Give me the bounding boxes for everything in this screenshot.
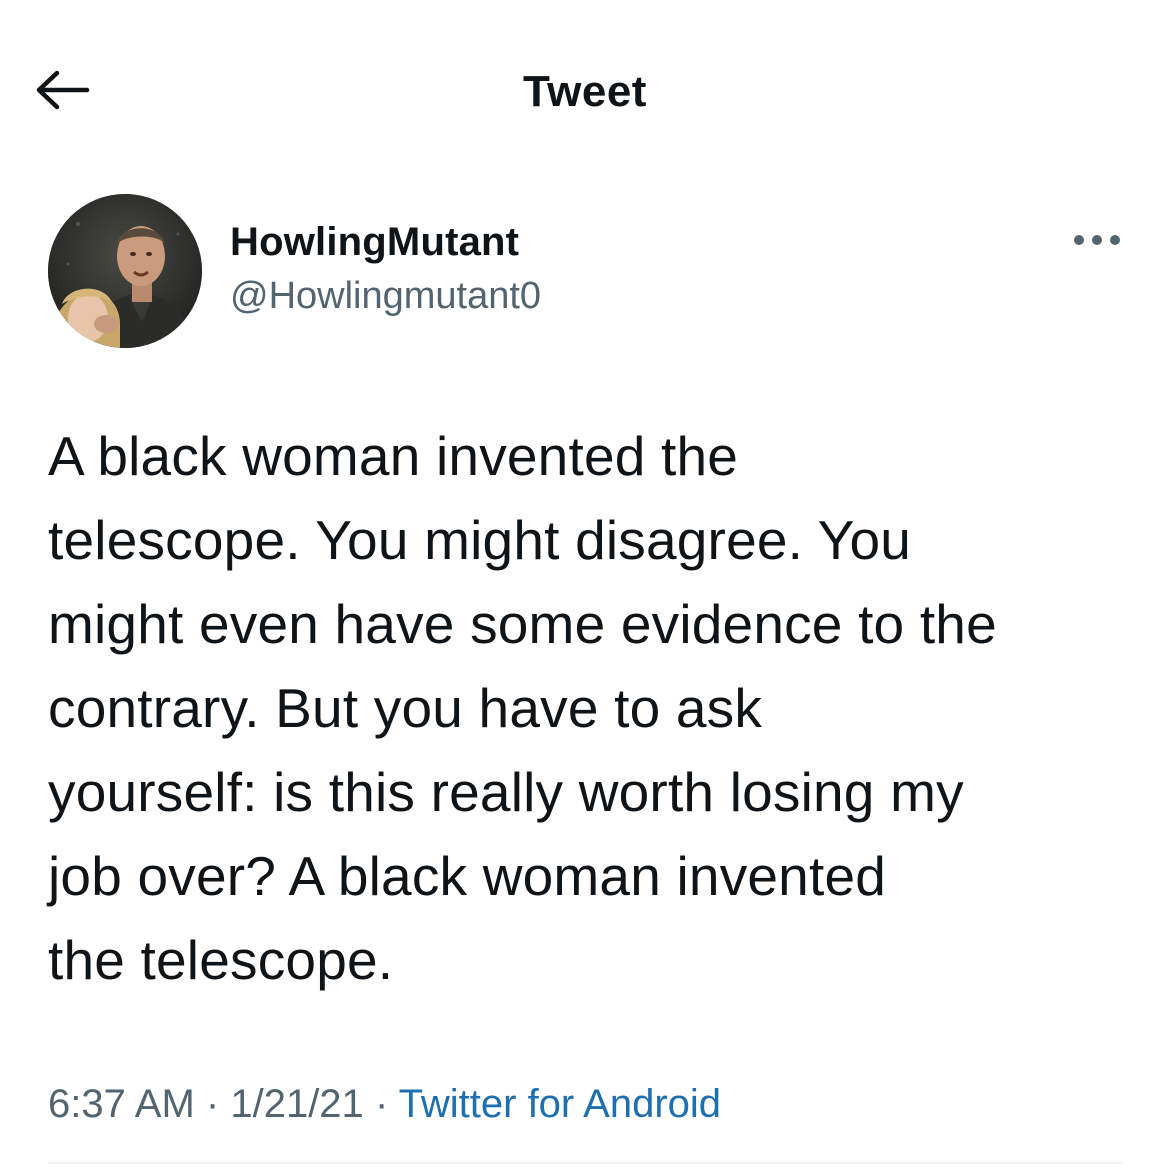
tweet-date[interactable]: 1/21/21 xyxy=(230,1082,363,1126)
meta-separator: · xyxy=(205,1082,220,1126)
more-options-button[interactable] xyxy=(1062,222,1122,262)
tweet-author: HowlingMutant @Howlingmutant0 xyxy=(48,194,1122,350)
user-handle: @Howlingmutant0 xyxy=(230,275,542,317)
top-bar: Tweet xyxy=(0,0,1170,185)
avatar[interactable] xyxy=(48,194,202,348)
tweet-source-link[interactable]: Twitter for Android xyxy=(399,1082,721,1126)
meta-separator: · xyxy=(374,1082,389,1126)
divider xyxy=(48,1162,1122,1164)
tweet-text: A black woman invented the telescope. Yo… xyxy=(48,425,997,991)
tweet-time[interactable]: 6:37 AM xyxy=(48,1082,195,1126)
display-name: HowlingMutant xyxy=(230,220,520,264)
more-horizontal-icon xyxy=(1072,233,1122,252)
tweet-metadata: 6:37 AM · 1/21/21 · Twitter for Android xyxy=(48,1076,721,1132)
author-names[interactable]: HowlingMutant @Howlingmutant0 xyxy=(230,218,541,320)
page-title: Tweet xyxy=(523,67,647,116)
